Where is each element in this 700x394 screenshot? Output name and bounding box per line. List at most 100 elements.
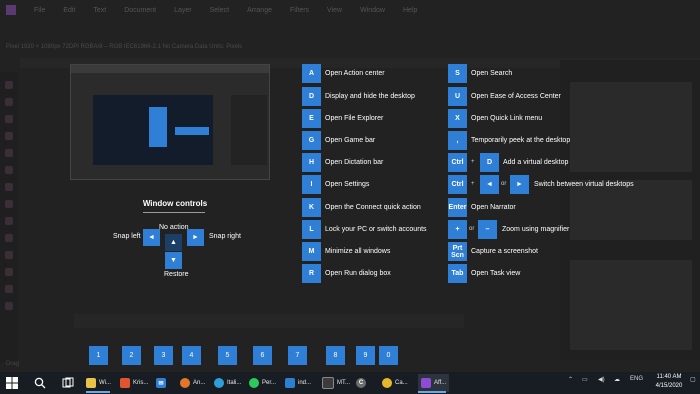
taskbar-app-label: Per... — [262, 380, 277, 386]
menu-item[interactable]: Select — [210, 7, 229, 14]
tool-icon[interactable] — [5, 166, 13, 174]
tool-icon[interactable] — [5, 98, 13, 106]
shortcut-label: Temporarily peek at the desktop — [471, 137, 571, 144]
tool-icon[interactable] — [5, 81, 13, 89]
key-d: D — [480, 153, 499, 172]
vscode-icon — [285, 378, 295, 388]
menu-item[interactable]: View — [327, 7, 342, 14]
key-k: K — [302, 198, 321, 217]
shortcut-label: Add a virtual desktop — [503, 159, 569, 166]
tray-chevron-icon[interactable]: ⌃ — [568, 376, 573, 383]
arrow-down-button[interactable]: ▼ — [165, 252, 182, 269]
clock[interactable]: 11:40 AM 4/15/2020 — [648, 373, 690, 391]
plus-sign: + — [471, 181, 475, 187]
tools-panel — [0, 72, 18, 362]
shortcut-label: Open Task view — [471, 270, 521, 277]
search-button[interactable] — [34, 374, 46, 392]
key-x: X — [448, 109, 467, 128]
taskbar-app-label: ind... — [298, 380, 312, 386]
arrow-right-button[interactable]: ► — [187, 229, 204, 246]
shortcut-label: Switch between virtual desktops — [534, 181, 634, 188]
menu-item[interactable]: Text — [93, 7, 106, 14]
taskbar-app-affinity-photo[interactable]: Aff... — [418, 374, 450, 392]
or-text: or — [501, 181, 507, 187]
arrow-up-button[interactable]: ▲ — [165, 234, 182, 251]
tool-icon[interactable] — [5, 234, 13, 242]
menu-item[interactable]: Arrange — [247, 7, 272, 14]
snap-left-label: Snap left — [113, 233, 141, 240]
tool-icon[interactable] — [5, 268, 13, 276]
start-button[interactable] — [6, 374, 18, 392]
firefox-icon — [180, 378, 190, 388]
taskbar-app-file-explorer[interactable]: Wi... — [86, 374, 111, 392]
tool-icon[interactable] — [5, 200, 13, 208]
taskbar-app-terminal[interactable]: MT... — [322, 374, 350, 392]
taskbar-number-badge: 8 — [326, 346, 345, 365]
tool-icon[interactable] — [5, 302, 13, 310]
taskbar-number-badge: 6 — [253, 346, 272, 365]
shortcut-label: Capture a screenshot — [471, 248, 538, 255]
tool-icon[interactable] — [5, 115, 13, 123]
taskbar-app-chrome[interactable]: Ca... — [382, 374, 408, 392]
taskbar-app-label: MT... — [337, 380, 350, 386]
taskbar-number-badge: 3 — [154, 346, 173, 365]
plus-sign: + — [471, 159, 475, 165]
menu-item[interactable]: File — [34, 7, 45, 14]
taskbar-app-label: Aff... — [434, 380, 447, 386]
taskbar-number-badge: 4 — [182, 346, 201, 365]
menu-item[interactable]: Help — [403, 7, 417, 14]
tool-icon[interactable] — [5, 217, 13, 225]
taskbar-app-edge[interactable]: Itali... — [214, 374, 241, 392]
taskbar-number-badge: 1 — [89, 346, 108, 365]
menu-item[interactable]: Filters — [290, 7, 309, 14]
tool-icon[interactable] — [5, 149, 13, 157]
spotify-icon — [249, 378, 259, 388]
tool-icon[interactable] — [5, 183, 13, 191]
active-indicator — [418, 391, 446, 393]
context-toolbar: Pixel 1920 × 1080px 72DPI RGBA/8 – RGB I… — [6, 44, 243, 50]
shortcut-label: Lock your PC or switch accounts — [325, 226, 427, 233]
key-right-arrow: ► — [510, 175, 529, 194]
taskbar-app-ccleaner[interactable]: C — [356, 374, 369, 392]
taskbar-app-brave[interactable]: Kris... — [120, 374, 148, 392]
language-indicator[interactable]: ENG — [630, 376, 643, 382]
chrome-icon — [382, 378, 392, 388]
key-tab: Tab — [448, 264, 467, 283]
snap-right-label: Snap right — [209, 233, 241, 240]
task-view-icon — [62, 377, 74, 388]
ccleaner-icon: C — [356, 378, 366, 388]
tool-icon[interactable] — [5, 251, 13, 259]
key-e: E — [302, 109, 321, 128]
key-left-arrow: ◄ — [480, 175, 499, 194]
restore-label: Restore — [164, 271, 189, 278]
network-icon[interactable]: ▭ — [582, 376, 588, 383]
notifications-icon[interactable]: ▢ — [690, 376, 696, 383]
task-view-button[interactable] — [62, 374, 74, 392]
volume-icon[interactable]: ◀) — [598, 376, 605, 383]
taskbar-app-mail[interactable]: ✉ — [156, 374, 169, 392]
key-ctrl: Ctrl — [448, 175, 467, 194]
menu-item[interactable]: Document — [124, 7, 156, 14]
taskbar-app-firefox[interactable]: An... — [180, 374, 205, 392]
menu-item[interactable]: Window — [360, 7, 385, 14]
tool-icon[interactable] — [5, 285, 13, 293]
key-prtscn: Prt Scn — [448, 242, 467, 261]
divider — [143, 212, 205, 213]
window-preview-thumbnail — [70, 64, 270, 180]
tool-icon[interactable] — [5, 132, 13, 140]
clock-time: 11:40 AM — [656, 374, 682, 380]
menu-item[interactable]: Layer — [174, 7, 192, 14]
key-minus: – — [478, 220, 497, 239]
shortcut-label: Minimize all windows — [325, 248, 391, 255]
shortcut-label: Zoom using magnifier — [502, 226, 570, 233]
shortcut-label: Open Quick Link menu — [471, 115, 543, 122]
onedrive-icon[interactable]: ☁ — [614, 376, 620, 383]
arrow-left-button[interactable]: ◄ — [143, 229, 160, 246]
context-bottom-toolbar — [74, 314, 464, 328]
taskbar-app-label: An... — [193, 380, 206, 386]
key-r: R — [302, 264, 321, 283]
taskbar-app-spotify[interactable]: Per... — [249, 374, 276, 392]
menu-item[interactable]: Edit — [63, 7, 75, 14]
taskbar-app-vscode[interactable]: ind... — [285, 374, 311, 392]
shortcut-label: Open Game bar — [325, 137, 376, 144]
